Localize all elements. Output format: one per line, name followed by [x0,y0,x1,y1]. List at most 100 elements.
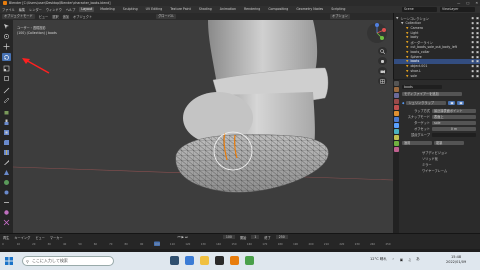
add-cube-icon[interactable] [2,108,11,116]
extrude-icon[interactable] [2,118,11,126]
visibility-eye-icon[interactable]: ◉ [471,59,474,63]
snap-mode-dropdown[interactable]: 表面上 [432,114,476,119]
workspace-tab-shading[interactable]: Shading [197,7,214,12]
workspace-tab-modeling[interactable]: Modeling [98,7,117,12]
select-menu[interactable]: 選択 [52,14,58,19]
visibility-eye-icon[interactable]: ◉ [471,55,474,59]
timeline-menu-0[interactable]: 再生 [3,235,9,240]
output-tab-icon[interactable] [393,93,399,98]
target-field[interactable]: sole [432,120,476,125]
select-box-icon[interactable] [2,22,11,30]
taskbar-clock[interactable]: 15:48 2022/01/09 [446,255,466,265]
windows-start-icon[interactable] [5,257,13,265]
task-view-icon[interactable] [170,256,179,265]
store-icon[interactable] [215,256,224,265]
wrap-method-dropdown[interactable]: 最近接表面ポイント [432,108,476,113]
modifier-render-toggle[interactable]: ▣ [457,100,465,105]
menu-item-4[interactable]: ヘルプ [66,7,76,12]
world-tab-icon[interactable] [393,105,399,110]
scene-tab-icon[interactable] [393,99,399,104]
camera-render-icon[interactable]: ▣ [476,45,479,49]
weather-text[interactable]: 12°C 晴れ [370,257,387,262]
inset-icon[interactable] [2,128,11,136]
workspace-tab-texture-paint[interactable]: Texture Paint [168,7,193,12]
camera-icon[interactable] [378,67,387,75]
workspace-tab-uv-editing[interactable]: UV Editing [144,7,165,12]
physics-tab-icon[interactable] [393,129,399,134]
edge-slide-icon[interactable] [2,198,11,206]
visibility-eye-icon[interactable]: ◉ [471,21,474,25]
visibility-eye-icon[interactable]: ◉ [471,35,474,39]
camera-render-icon[interactable]: ▣ [476,40,479,44]
camera-render-icon[interactable]: ▣ [476,16,479,20]
add-modifier-button[interactable]: モディファイアーを追加 [402,91,462,96]
bevel-icon[interactable] [2,138,11,146]
rip-region-icon[interactable] [2,218,11,226]
current-frame-field[interactable]: 100 [222,235,235,239]
apply-button[interactable]: 適用 [402,140,432,145]
timeline-menu-1[interactable]: キーイング [14,235,30,240]
add-menu[interactable]: 追加 [63,14,69,19]
camera-render-icon[interactable]: ▣ [476,59,479,63]
volume-icon[interactable]: ♫ [408,258,411,262]
visibility-eye-icon[interactable]: ◉ [471,16,474,20]
workspace-tab-compositing[interactable]: Compositing [266,7,290,12]
camera-render-icon[interactable]: ▣ [476,50,479,54]
object-name-field[interactable]: boots [402,84,442,89]
view-layer-selector[interactable]: ViewLayer [440,7,475,12]
scale-icon[interactable] [2,64,11,72]
file-explorer-icon[interactable] [200,256,209,265]
view-menu[interactable]: ビュー [39,14,49,19]
visibility-eye-icon[interactable]: ◉ [471,64,474,68]
modifier-option-item[interactable]: ミラー [402,162,480,167]
workspace-tab-geometry-nodes[interactable]: Geometry Nodes [294,7,325,12]
maximize-icon[interactable]: □ [466,1,469,5]
workspace-tab-layout[interactable]: Layout [79,7,95,12]
data-tab-icon[interactable] [393,141,399,146]
knife-icon[interactable] [2,158,11,166]
pan-hand-icon[interactable] [378,57,387,65]
camera-render-icon[interactable]: ▣ [476,69,479,73]
menu-item-0[interactable]: ファイル [2,7,15,12]
menu-item-2[interactable]: レンダー [29,7,42,12]
timeline-menu-2[interactable]: ビュー [35,235,45,240]
spin-icon[interactable] [2,178,11,186]
vertex-group-field[interactable] [432,132,476,137]
start-frame-field[interactable]: 1 [251,235,260,239]
options-dropdown[interactable]: オプション [330,14,350,19]
jump-start-icon[interactable]: ⏮ [178,235,181,239]
visibility-eye-icon[interactable]: ◉ [471,50,474,54]
close-icon[interactable]: ✕ [475,1,478,5]
edge-browser-icon[interactable] [185,256,194,265]
camera-render-icon[interactable]: ▣ [476,74,479,78]
material-tab-icon[interactable] [393,147,399,152]
tool-tab-icon[interactable] [393,81,399,86]
camera-render-icon[interactable]: ▣ [476,55,479,59]
mode-dropdown[interactable]: オブジェクトモード [2,14,35,19]
modifier-realtime-toggle[interactable]: ▣ [448,100,456,105]
workspace-tab-sculpting[interactable]: Sculpting [121,7,140,12]
visibility-eye-icon[interactable]: ◉ [471,26,474,30]
object-menu[interactable]: オブジェクト [73,14,92,19]
duplicate-button[interactable]: 複製 [434,140,464,145]
visibility-eye-icon[interactable]: ◉ [471,69,474,73]
menu-item-3[interactable]: ウィンドウ [46,7,62,12]
workspace-tab-animation[interactable]: Animation [218,7,238,12]
scene-selector[interactable]: Scene [402,7,437,12]
3d-viewport[interactable] [13,20,393,233]
shrink-fatten-icon[interactable] [2,208,11,216]
grid-view-icon[interactable] [378,77,387,85]
visibility-eye-icon[interactable]: ◉ [471,45,474,49]
camera-render-icon[interactable]: ▣ [476,26,479,30]
modifier-name-field[interactable]: シュリンクラップ [406,100,447,105]
modifier-tab-icon[interactable] [393,117,399,122]
timeline-ruler[interactable]: 0 10 20 30 40 50 60 70 80 90 100 110 120 130 140 150 160… [0,241,393,247]
measure-icon[interactable] [2,96,11,104]
taskbar-search-box[interactable]: ⚲ ここに入力して検索 [22,256,114,266]
loop-cut-icon[interactable] [2,148,11,156]
modifier-option-item[interactable]: ソリッド化 [402,156,480,161]
transform-icon[interactable] [2,74,11,82]
transform-orientation-dropdown[interactable]: グローバル [156,14,177,19]
visibility-eye-icon[interactable]: ◉ [471,74,474,78]
chevron-up-icon[interactable]: ⌃ [392,258,395,262]
